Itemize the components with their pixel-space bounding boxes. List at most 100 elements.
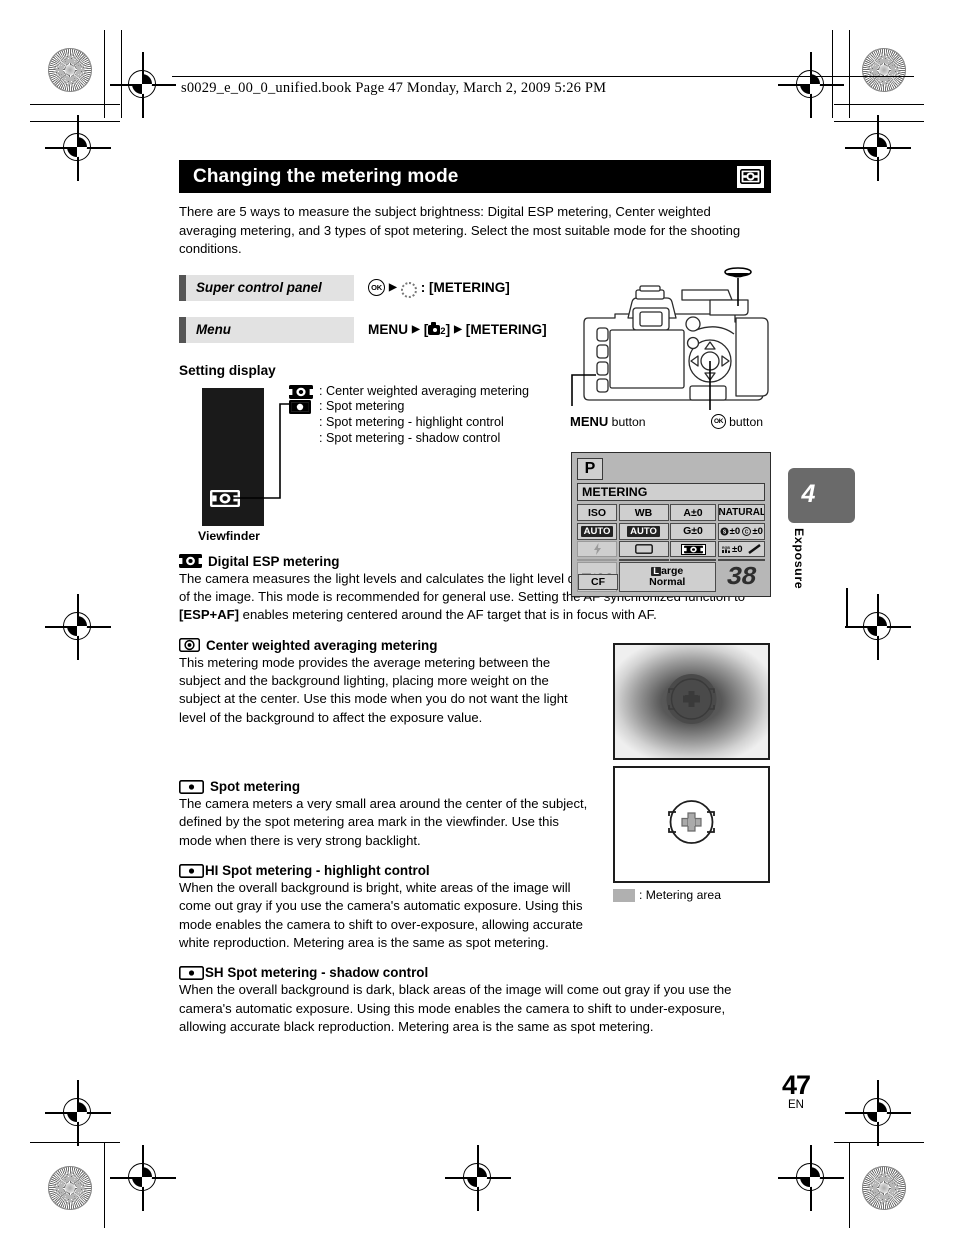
arrow-pad-icon [400, 281, 417, 298]
sharpness-group: RGB ±0 [721, 544, 743, 555]
color-space-value: sRGB [748, 559, 765, 561]
metering-area-key-label: : Metering area [639, 888, 721, 902]
registration-cross-bottom-left [45, 1080, 111, 1146]
scp-noise-colorspace[interactable]: OFF sRGB [717, 558, 765, 561]
contrast-icon: C [742, 526, 752, 536]
scp-flash-mode-value[interactable]: AUTO [577, 558, 617, 561]
scp-flash-icon-cell[interactable] [577, 541, 617, 557]
chapter-name: Exposure [792, 528, 806, 590]
scp-g-shift[interactable]: G±0 [670, 522, 716, 540]
camera-menu-icon [428, 322, 441, 336]
ok-button-icon: OK [368, 279, 385, 297]
crop-mark-tl-h [30, 104, 120, 105]
chapter-number: 4 [801, 480, 816, 508]
arrow-right-icon-3: ▶ [454, 323, 462, 335]
scp-wb-label[interactable]: WB [618, 504, 669, 521]
quality-size-prefix: L [651, 565, 662, 577]
sharpness-icon: RGB [722, 546, 730, 553]
scp-af-mode[interactable]: S-AF [618, 558, 669, 561]
picture-mode-text: NATURAL [718, 507, 765, 518]
registration-rosette-bottom-left [48, 1166, 92, 1210]
scp-wb-value[interactable]: AUTO [618, 522, 669, 540]
registration-cross-left-center [45, 594, 111, 660]
scp-af-target[interactable]: [⋯] [670, 558, 716, 561]
arrow-right-icon-2: ▶ [412, 323, 420, 335]
mode-heading: Digital ESP metering [208, 553, 340, 569]
scp-sat-contrast[interactable]: S ±0 C ±0 [717, 522, 765, 540]
registration-cross-top-left [110, 52, 176, 118]
saturation-group: S ±0 [720, 526, 740, 537]
mode-body: When the overall background is dark, bla… [179, 982, 732, 1034]
scp-af-area-icon-cell[interactable] [618, 541, 669, 557]
camera-back-illustration [570, 262, 785, 437]
metering-area-swatch [613, 888, 635, 902]
scp-title: METERING [577, 483, 765, 501]
mode-body: When the overall background is bright, w… [179, 880, 583, 950]
route-path-super-control-panel: OK ▶ : [METERING] [368, 279, 510, 298]
scp-sharpness-gradation[interactable]: RGB ±0 [717, 541, 765, 557]
section-title-bar: Changing the metering mode [179, 160, 771, 193]
registration-rosette-top-left [48, 48, 92, 92]
legend-label-4: : Spot metering - shadow control [319, 430, 501, 445]
list-item: : Center weighted averaging metering [289, 384, 529, 400]
contrast-value: ±0 [752, 525, 763, 537]
scp-a-shift[interactable]: A±0 [670, 504, 716, 521]
list-item: : Spot metering - shadow control [289, 431, 529, 447]
scp-picture-mode[interactable]: NATURAL [717, 504, 765, 521]
registration-cross-bottom-center-right [778, 1145, 844, 1211]
ok-button-callout: OK button [711, 414, 763, 429]
spot-sh-icon [179, 965, 204, 980]
scp-shots-remaining: 38 [718, 562, 766, 592]
mode-body: The camera meters a very small area arou… [179, 796, 588, 848]
shots-remaining-value: 38 [726, 562, 757, 592]
gradation-icon [747, 544, 761, 554]
menu-button-text: MENU [368, 322, 409, 338]
spot-icon [179, 779, 204, 794]
sharpness-value: ±0 [732, 543, 743, 555]
page-footer: 47 EN [766, 1070, 826, 1111]
contrast-group: C ±0 [742, 526, 763, 537]
page-title: Changing the metering mode [193, 165, 459, 187]
arrow-right-icon: ▶ [389, 281, 397, 293]
camera-button-labels: MENU button OK button [570, 414, 785, 429]
legend-icon-placeholder-4 [289, 431, 319, 447]
mode-body: This metering mode provides the average … [179, 654, 568, 725]
scp-iso-value[interactable]: AUTO [577, 522, 617, 540]
route-label-menu: Menu [179, 316, 354, 343]
metering-legend: : Center weighted averaging metering : S… [289, 384, 529, 446]
super-control-panel: P METERING ISO WB A±0 NATURAL AUTO AUTO … [571, 452, 771, 597]
mode-heading: HI Spot metering - highlight control [205, 863, 430, 879]
registration-cross-top-right [778, 52, 844, 118]
scp-iso-label[interactable]: ISO [577, 504, 617, 521]
page-number: 47 [781, 1070, 811, 1100]
crop-mark-tr-h [834, 104, 924, 105]
page-language: EN [788, 1099, 804, 1111]
spot-metering-area-image [613, 766, 770, 883]
noise-reduction-icon [719, 559, 728, 561]
scp-card-slot[interactable]: CF [578, 574, 618, 590]
crop-mark-tr-v [832, 30, 833, 118]
svg-text:C: C [745, 529, 749, 535]
mode-heading: Center weighted averaging metering [206, 637, 438, 653]
noise-reduction-group: OFF [719, 559, 749, 561]
registration-rosette-top-right [862, 48, 906, 92]
crop-mark-tl-v2 [121, 30, 122, 118]
scp-image-quality[interactable]: L arge Normal [618, 562, 716, 592]
page-edge-bar [846, 588, 848, 626]
spot-hi-icon [179, 863, 204, 878]
registration-cross-mid-right [845, 115, 911, 181]
body-run-2: enables metering centered around the AF … [239, 607, 657, 623]
menu-label-text: button [608, 415, 646, 429]
scp-metering-cell-selected[interactable] [670, 541, 716, 557]
list-item: : Spot metering - highlight control [289, 415, 529, 431]
crop-mark-bl-h [30, 1142, 120, 1143]
quality-compression-text: Normal [649, 576, 686, 588]
saturation-icon: S [720, 527, 729, 535]
metering-esp-icon [680, 543, 706, 555]
wb-value-chip: AUTO [627, 525, 660, 537]
route-label-super-control-panel: Super control panel [179, 274, 354, 301]
af-frame-icon [634, 544, 653, 554]
list-item: : Spot metering [289, 399, 529, 415]
center-weighted-icon [289, 384, 319, 400]
mode-section-spot-shadow: SH Spot metering - shadow control When t… [179, 965, 771, 1036]
